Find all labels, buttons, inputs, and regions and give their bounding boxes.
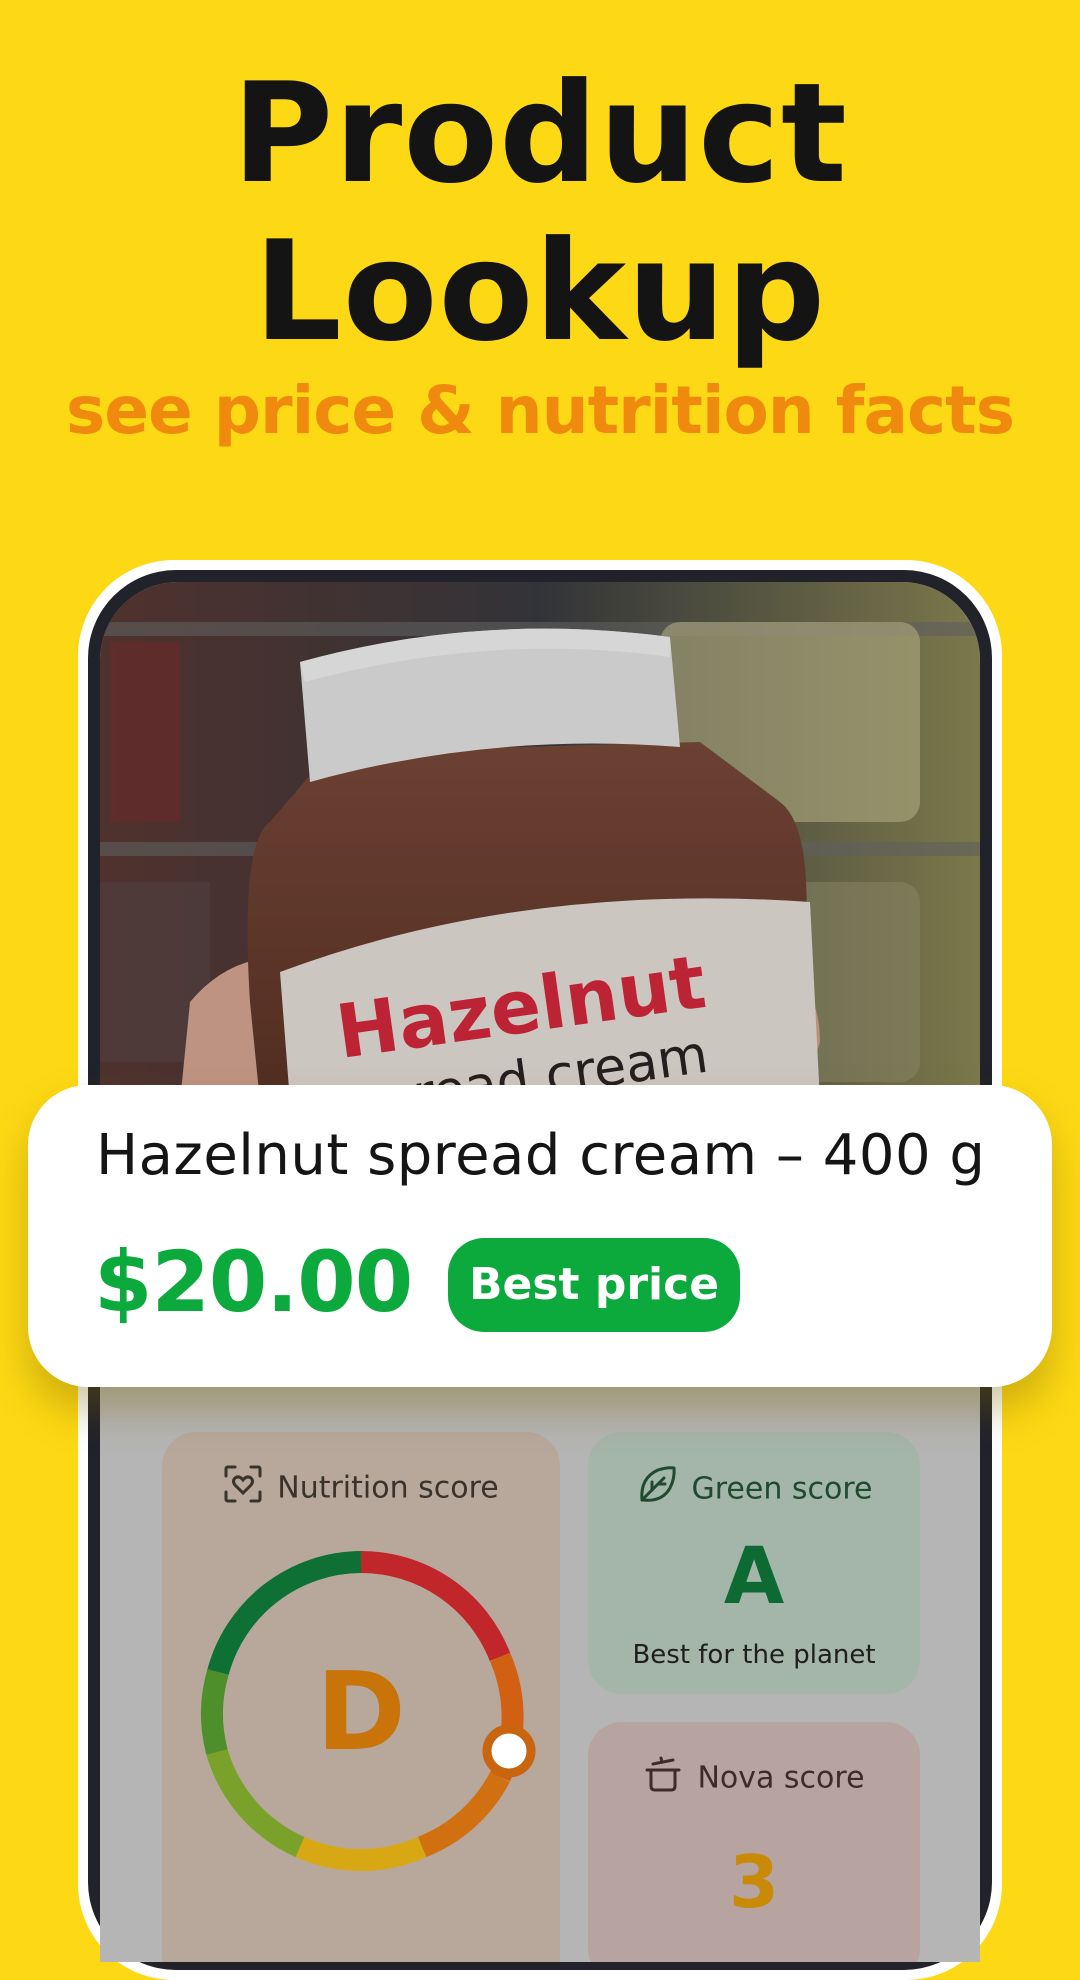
cooking-pot-icon	[643, 1754, 683, 1802]
leaf-icon	[636, 1464, 678, 1514]
nutrition-score-header: Nutrition score	[162, 1464, 560, 1512]
headline-line-1: Product	[232, 53, 848, 214]
green-score-label: Green score	[691, 1471, 873, 1507]
heart-scan-icon	[223, 1464, 263, 1512]
headline-line-2: Lookup	[253, 211, 827, 372]
product-name: Hazelnut spread cream – 400 g	[96, 1123, 986, 1188]
green-score-header: Green score	[588, 1464, 920, 1514]
product-price: $20.00	[94, 1233, 413, 1331]
nutrition-score-label: Nutrition score	[277, 1470, 499, 1506]
page-headline: Product Lookup	[0, 55, 1080, 371]
nova-score-tile[interactable]: Nova score 3	[588, 1722, 920, 1962]
nova-score-header: Nova score	[588, 1754, 920, 1802]
green-grade: A	[723, 1532, 785, 1622]
page-subheadline: see price & nutrition facts	[66, 372, 1015, 449]
nutrition-score-tile[interactable]: Nutrition score D	[162, 1432, 560, 1962]
nova-score-label: Nova score	[697, 1760, 865, 1796]
nutrition-grade: D	[316, 1650, 406, 1775]
best-price-badge: Best price	[448, 1238, 740, 1332]
product-photo: Hazelnut spread cream	[100, 582, 980, 1102]
nova-value: 3	[728, 1840, 780, 1924]
green-grade-caption: Best for the planet	[632, 1640, 876, 1670]
green-score-tile[interactable]: Green score A Best for the planet	[588, 1432, 920, 1694]
product-card[interactable]: Hazelnut spread cream – 400 g $20.00 Bes…	[28, 1085, 1052, 1387]
